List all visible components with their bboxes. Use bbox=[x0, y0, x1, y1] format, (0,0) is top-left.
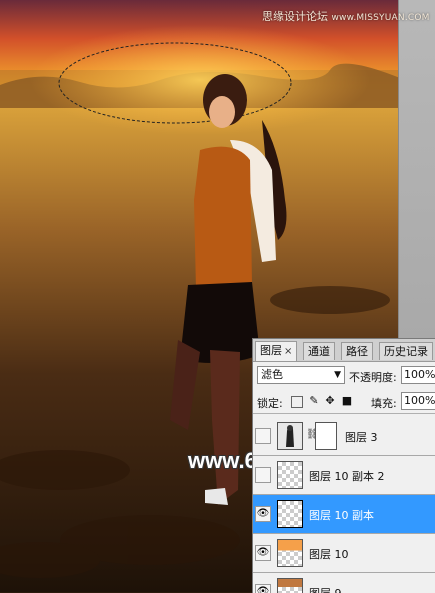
tab-paths[interactable]: 路径 bbox=[341, 342, 373, 360]
tab-history[interactable]: 历史记录 bbox=[379, 342, 433, 360]
layer-name: 图层 10 bbox=[309, 548, 349, 561]
layer-list: ⛓ 图层 3 图层 10 副本 2 👁 图层 10 副本 👁 图层 10 👁 图… bbox=[253, 417, 435, 593]
visibility-toggle[interactable] bbox=[255, 467, 271, 483]
tab-layers[interactable]: 图层 × bbox=[255, 341, 298, 361]
lock-row: 锁定: ✎ ✥ ■ 填充: 100% bbox=[253, 391, 435, 414]
layer-name: 图层 10 副本 2 bbox=[309, 470, 385, 483]
layer-thumbnail bbox=[277, 539, 303, 567]
layer-row[interactable]: ⛓ 图层 3 bbox=[253, 417, 435, 456]
tab-channels[interactable]: 通道 bbox=[303, 342, 335, 360]
visibility-toggle[interactable] bbox=[255, 428, 271, 444]
watermark-url: www.MISSYUAN.COM bbox=[331, 13, 430, 23]
chevron-down-icon: ▼ bbox=[334, 370, 341, 380]
watermark-site: 思缘设计论坛 bbox=[262, 10, 328, 23]
layer-thumbnail bbox=[277, 500, 303, 528]
fill-label: 填充: bbox=[371, 397, 397, 410]
blend-mode-value: 滤色 bbox=[261, 368, 283, 381]
tab-layers-label: 图层 bbox=[260, 344, 282, 357]
layer-mask-thumbnail[interactable] bbox=[315, 422, 337, 450]
opacity-label: 不透明度: bbox=[349, 371, 397, 384]
lock-brush-icon[interactable]: ✎ bbox=[307, 394, 321, 408]
layer-thumbnail bbox=[277, 422, 303, 450]
watermark-top: 思缘设计论坛 www.MISSYUAN.COM bbox=[262, 8, 430, 24]
tab-channels-label: 通道 bbox=[308, 345, 330, 358]
lock-move-icon[interactable]: ✥ bbox=[323, 394, 337, 408]
layer-thumbnail bbox=[277, 461, 303, 489]
layer-row[interactable]: 👁 图层 9 bbox=[253, 573, 435, 593]
eye-icon[interactable]: 👁 bbox=[255, 506, 271, 522]
lock-all-icon[interactable]: ■ bbox=[340, 394, 354, 408]
lock-label: 锁定: bbox=[257, 397, 283, 410]
canvas-gutter bbox=[398, 0, 435, 338]
blend-row: 滤色 ▼ 不透明度: 100% bbox=[253, 364, 435, 388]
opacity-input[interactable]: 100% bbox=[401, 366, 435, 384]
eye-icon[interactable]: 👁 bbox=[255, 545, 271, 561]
tab-history-label: 历史记录 bbox=[384, 345, 428, 358]
close-icon[interactable]: × bbox=[284, 346, 292, 357]
panel-tabs: 图层 × 通道 路径 历史记录 bbox=[253, 339, 435, 362]
blend-mode-select[interactable]: 滤色 ▼ bbox=[257, 366, 345, 384]
fill-input[interactable]: 100% bbox=[401, 392, 435, 410]
layer-name: 图层 10 副本 bbox=[309, 509, 374, 522]
layers-panel: 图层 × 通道 路径 历史记录 滤色 ▼ 不透明度: 100% 锁定: ✎ ✥ ■… bbox=[252, 338, 435, 593]
lock-transparent-icon[interactable] bbox=[291, 396, 303, 408]
layer-row[interactable]: 👁 图层 10 副本 bbox=[253, 495, 435, 534]
tab-paths-label: 路径 bbox=[346, 345, 368, 358]
layer-row[interactable]: 图层 10 副本 2 bbox=[253, 456, 435, 495]
layer-name: 图层 3 bbox=[345, 431, 378, 444]
layer-row[interactable]: 👁 图层 10 bbox=[253, 534, 435, 573]
layer-thumbnail bbox=[277, 578, 303, 593]
